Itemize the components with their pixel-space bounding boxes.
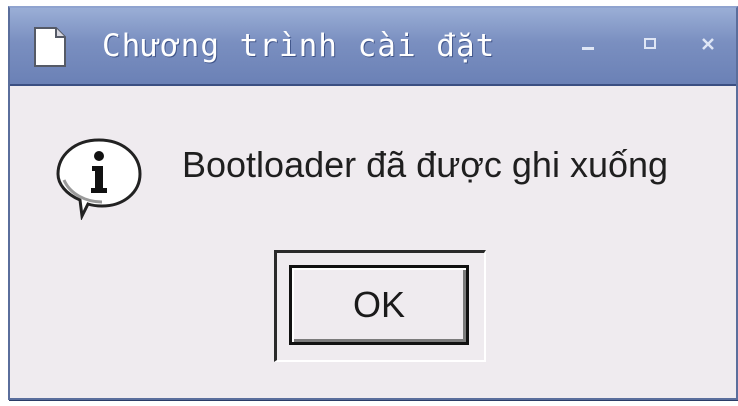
dialog-message: Bootloader đã được ghi xuống (182, 144, 669, 185)
close-icon[interactable] (696, 32, 720, 56)
dialog-content: Bootloader đã được ghi xuống OK (10, 86, 736, 398)
ok-button-frame: OK (274, 250, 486, 362)
window-title: Chương trình cài đặt (102, 28, 496, 64)
minimize-icon[interactable] (576, 32, 600, 56)
dialog-window: Chương trình cài đặt Bootloader đã được … (8, 6, 738, 400)
ok-button[interactable]: OK (289, 265, 469, 345)
document-icon (32, 26, 68, 68)
info-icon (52, 136, 146, 222)
title-bar[interactable]: Chương trình cài đặt (10, 8, 736, 86)
maximize-icon[interactable] (638, 32, 662, 56)
